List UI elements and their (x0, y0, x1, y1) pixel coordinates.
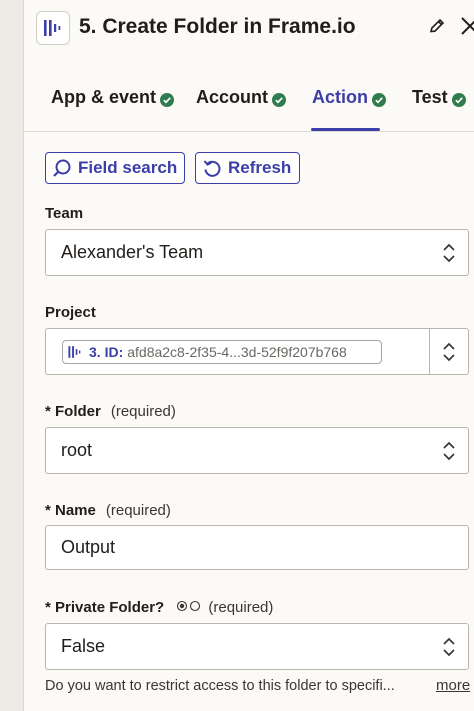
folder-value: root (61, 440, 93, 460)
private-folder-select[interactable]: False (45, 623, 469, 670)
name-input[interactable]: Output (45, 525, 469, 570)
frameio-logo-icon (36, 11, 70, 45)
folder-label: * Folder (required) (45, 403, 176, 420)
tab-label: App & event (51, 87, 157, 107)
chevron-up-down-icon[interactable] (442, 342, 456, 362)
tab-label: Action (312, 87, 368, 107)
left-sidebar-strip (0, 0, 24, 711)
check-circle-icon (451, 91, 466, 107)
step-tabs: App & event Account Action Test (24, 70, 474, 132)
tab-app-and-event[interactable]: App & event (51, 87, 175, 108)
required-marker: (required) (110, 403, 176, 420)
team-value: Alexander's Team (61, 242, 204, 262)
tab-test[interactable]: Test (412, 87, 466, 108)
private-folder-help-text: Do you want to restrict access to this f… (45, 678, 395, 694)
private-folder-value: False (61, 636, 106, 656)
page-title: 5. Create Folder in Frame.io (79, 15, 356, 38)
folder-label-text: * Folder (45, 403, 101, 420)
chevron-up-down-icon (443, 441, 455, 461)
tab-account[interactable]: Account (196, 87, 286, 108)
pill-value: afd8a2c8-2f35-4...3d-52f9f207b768 (127, 344, 347, 360)
refresh-icon (203, 160, 221, 177)
panel-header: 5. Create Folder in Frame.io (24, 0, 474, 60)
team-select[interactable]: Alexander's Team (45, 229, 469, 276)
check-circle-icon (272, 91, 286, 107)
project-label: Project (45, 304, 96, 321)
frameio-logo-icon (68, 346, 81, 358)
divider (429, 329, 430, 374)
folder-select[interactable]: root (45, 427, 469, 474)
team-label: Team (45, 205, 84, 222)
required-marker: (required) (208, 599, 274, 616)
more-link[interactable]: more (436, 677, 470, 694)
project-field[interactable]: 3. ID: afd8a2c8-2f35-4...3d-52f9f207b768 (45, 328, 469, 375)
tab-action[interactable]: Action (312, 87, 386, 108)
name-label: * Name (required) (45, 502, 171, 519)
refresh-button[interactable]: Refresh (195, 152, 300, 184)
field-search-label: Field search (78, 158, 178, 177)
active-tab-indicator (311, 128, 380, 131)
tab-label: Test (412, 87, 448, 107)
chevron-up-down-icon (443, 637, 455, 657)
refresh-label: Refresh (228, 158, 292, 177)
required-marker: (required) (105, 502, 171, 519)
search-icon (53, 159, 71, 177)
tab-label: Account (196, 87, 268, 107)
pill-step: 3. ID: (89, 344, 124, 360)
check-circle-icon (160, 91, 175, 107)
mapped-value-pill[interactable]: 3. ID: afd8a2c8-2f35-4...3d-52f9f207b768 (62, 340, 382, 364)
private-folder-label: * Private Folder? (required) (45, 599, 273, 616)
private-folder-label-text: * Private Folder? (45, 599, 165, 616)
input-mode-toggle[interactable] (176, 600, 204, 612)
close-icon[interactable] (458, 14, 474, 36)
chevron-up-down-icon (443, 243, 455, 263)
check-circle-icon (372, 91, 386, 107)
field-search-button[interactable]: Field search (45, 152, 185, 184)
name-value: Output (61, 537, 116, 557)
name-label-text: * Name (45, 502, 96, 519)
step-editor-panel: 5. Create Folder in Frame.io App & event… (24, 0, 474, 711)
pencil-icon[interactable] (428, 17, 446, 35)
radio-toggle-icon (177, 600, 201, 612)
